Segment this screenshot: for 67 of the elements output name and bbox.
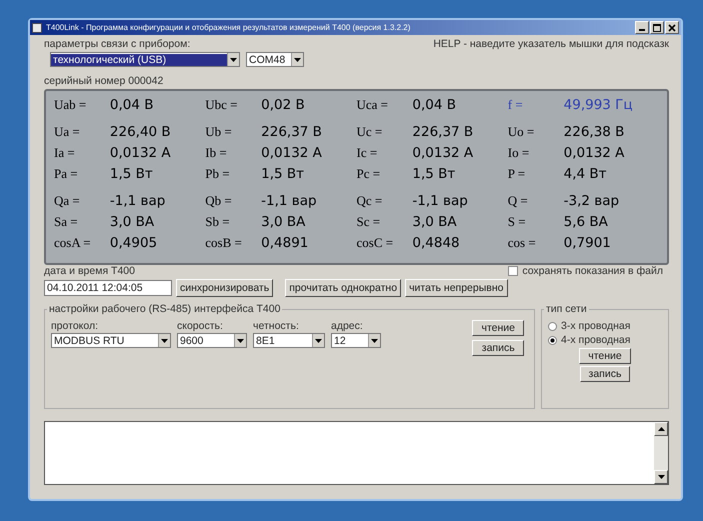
radio-option[interactable]: 3-х проводная (548, 320, 662, 332)
reading-text: f = 49,993 Гц (508, 96, 634, 114)
reading-text: Qa = -1,1 вар (54, 192, 166, 210)
field-label: протокол: (51, 320, 100, 332)
reading-text: Ub = 226,37 В (205, 123, 323, 141)
reading-text: Ia = 0,0132 А (54, 144, 172, 162)
scroll-up-icon[interactable] (654, 422, 668, 436)
close-icon (668, 24, 676, 32)
reading-text: cosB = 0,4891 (205, 234, 310, 252)
field-label: скорость: (177, 320, 224, 332)
reading-text: Q = -3,2 вар (508, 192, 620, 210)
app-icon (32, 22, 42, 32)
reading-text: Uo = 226,38 В (508, 123, 626, 141)
reading-text: S = 5,6 ВА (508, 213, 609, 231)
serial-number-label: серийный номер 000042 (44, 75, 164, 87)
action-button[interactable]: синхронизировать (176, 279, 274, 297)
dropdown[interactable]: MODBUS RTU (51, 333, 171, 348)
scroll-down-icon[interactable] (654, 470, 668, 484)
action-button[interactable]: чтение (472, 320, 524, 336)
dropdown[interactable]: 8E1 (253, 333, 325, 348)
minimize-button[interactable] (635, 21, 649, 34)
reading-text: Qb = -1,1 вар (205, 192, 318, 210)
window-title: T400Link - Программа конфигурации и отображения результатов измерений Т400 (версия 1.3.2.2) (46, 23, 412, 32)
reading-text: Pb = 1,5 Вт (205, 165, 306, 183)
action-button[interactable]: прочитать однократно (285, 279, 402, 297)
reading-text: Sc = 3,0 ВА (356, 213, 458, 231)
reading-text: Ua = 226,40 В (54, 123, 172, 141)
field-label: адрес: (331, 320, 364, 332)
action-button[interactable]: читать непрерывно (405, 279, 508, 297)
reading-text: Uab = 0,04 В (54, 96, 155, 114)
reading-text: Pc = 1,5 Вт (356, 165, 456, 183)
maximize-icon (653, 24, 661, 32)
dropdown[interactable]: 9600 (177, 333, 247, 348)
maximize-button[interactable] (650, 21, 664, 34)
help-text: HELP - наведите указатель мышки для подсказк (433, 38, 669, 50)
reading-text: Ubc = 0,02 В (205, 96, 306, 114)
close-button[interactable] (665, 21, 679, 34)
reading-text: Pa = 1,5 Вт (54, 165, 154, 183)
reading-text: Qc = -1,1 вар (356, 192, 469, 210)
action-button[interactable]: запись (472, 340, 524, 356)
date-time-field[interactable]: 04.10.2011 12:04:05 (44, 280, 172, 296)
group-title: тип сети (544, 303, 589, 315)
reading-text: cosA = 0,4905 (54, 234, 158, 252)
radio-option[interactable]: 4-х проводная (548, 334, 662, 346)
connection-label: параметры связи с прибором: (44, 38, 190, 50)
reading-text: cosC = 0,4848 (356, 234, 461, 252)
reading-text: cos = 0,7901 (508, 234, 612, 252)
reading-text: Ib = 0,0132 А (205, 144, 323, 162)
dropdown[interactable]: COM48 (246, 52, 304, 67)
dropdown[interactable]: 12 (331, 333, 381, 348)
dropdown[interactable]: технологический (USB) (50, 52, 240, 67)
group-title: настройки рабочего (RS-485) интерфейса Т400 (47, 303, 282, 315)
field-label: четность: (253, 320, 300, 332)
reading-text: Uca = 0,04 В (356, 96, 458, 114)
action-button[interactable]: чтение (579, 348, 631, 364)
action-button[interactable]: запись (580, 366, 630, 382)
date-time-label: дата и время Т400 (44, 265, 135, 277)
reading-text: Sb = 3,0 ВА (205, 213, 306, 231)
minimize-icon (639, 29, 645, 31)
reading-text: P = 4,4 Вт (508, 165, 608, 183)
reading-text: Io = 0,0132 А (508, 144, 626, 162)
reading-text: Sa = 3,0 ВА (54, 213, 156, 231)
scrollbar[interactable] (654, 422, 668, 484)
save-to-file-checkbox[interactable]: сохранять показания в файл (508, 265, 663, 277)
reading-text: Ic = 0,0132 А (356, 144, 474, 162)
reading-text: Uc = 226,37 В (356, 123, 474, 141)
log-text-area[interactable] (44, 421, 669, 485)
